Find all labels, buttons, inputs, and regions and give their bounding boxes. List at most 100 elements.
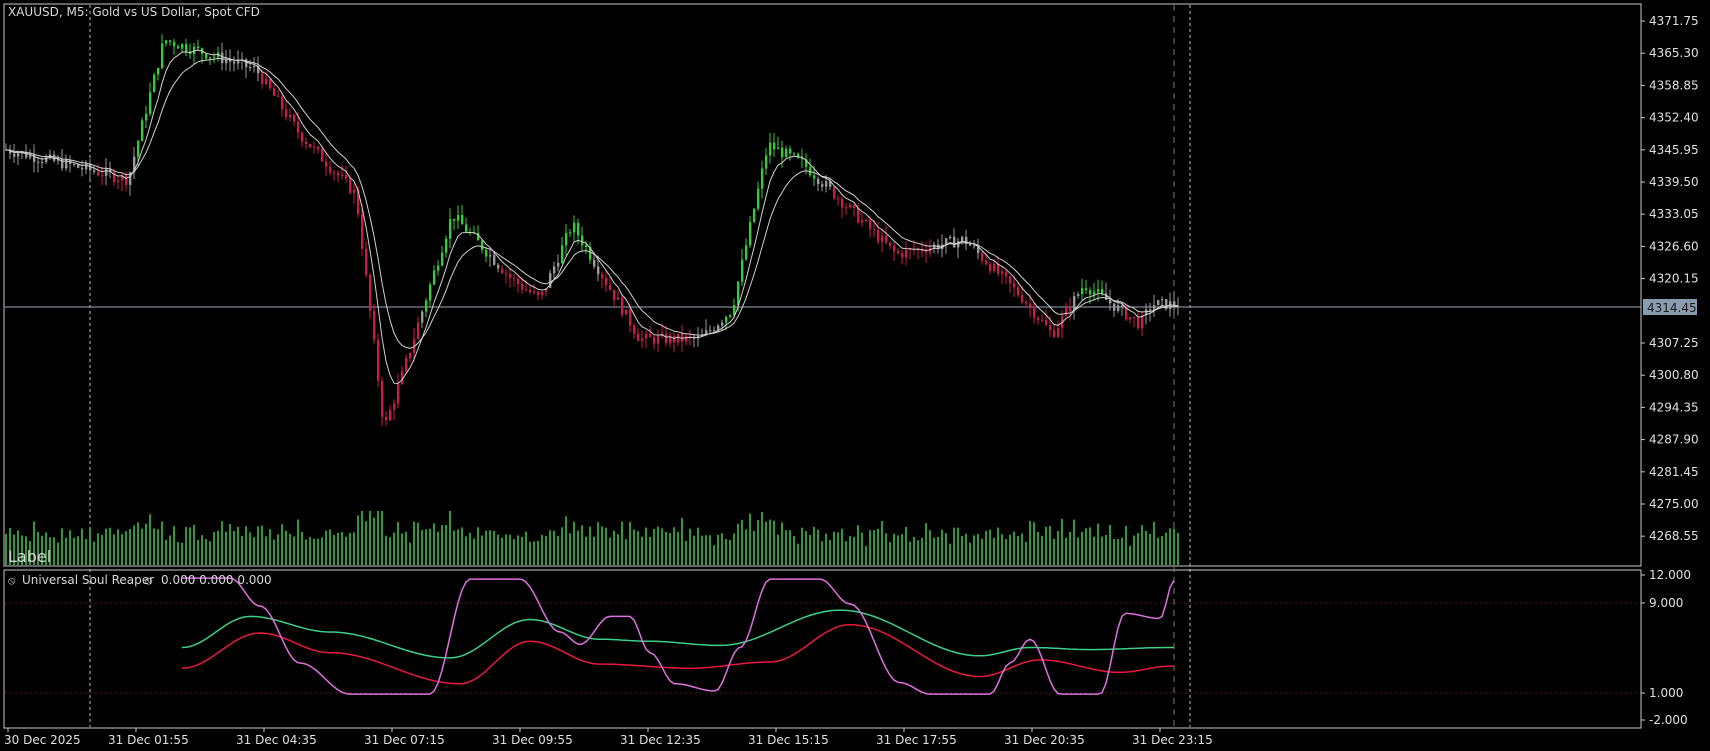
indicator-tick-label: -2.000 (1649, 713, 1688, 727)
volume-bar (1169, 528, 1171, 565)
volume-bar (513, 539, 515, 565)
candle-body (761, 168, 764, 189)
volume-bar (537, 540, 539, 565)
candle-body (369, 274, 372, 311)
candle-body (305, 141, 308, 144)
candle-body (709, 330, 712, 332)
indicator-header[interactable]: ⦸ Universal Soul Reaper ⦸ 0.000 0.000 0.… (8, 573, 272, 587)
candle-body (1085, 288, 1088, 291)
time-axis[interactable]: 30 Dec 2025 31 Dec 01:55 31 Dec 04:35 31 De… (4, 728, 1213, 747)
volume-bar (953, 527, 955, 565)
volume-bar (585, 536, 587, 565)
volume-bar (69, 530, 71, 565)
volume-bar (549, 530, 551, 565)
candle-body (181, 44, 184, 49)
volume-bar (297, 519, 299, 565)
volume-bar (733, 533, 735, 565)
candle-body (781, 147, 784, 158)
candle-body (1065, 307, 1068, 316)
volume-bar (1029, 520, 1031, 565)
price-panel[interactable] (3, 3, 1642, 567)
volume-bar (329, 529, 331, 565)
volume-bar (185, 526, 187, 565)
volume-bar (757, 519, 759, 565)
volume-bar (73, 537, 75, 565)
indicator-link-icon: ⦸ (8, 574, 15, 587)
candle-body (1057, 327, 1060, 337)
volume-bar (301, 532, 303, 565)
volume-bar (405, 531, 407, 565)
time-tick-label: 31 Dec 15:15 (748, 733, 829, 747)
volume-bar (973, 535, 975, 565)
candle-body (337, 172, 340, 176)
volume-bar (729, 539, 731, 565)
candle-body (1097, 289, 1100, 292)
candle-body (97, 171, 100, 176)
volume-bar (569, 533, 571, 565)
volume-bar (657, 526, 659, 565)
candle-body (857, 207, 860, 223)
volume-bar (825, 533, 827, 565)
volume-bar (813, 526, 815, 565)
volume-bar (997, 527, 999, 565)
volume-bar (861, 532, 863, 565)
candle-body (1157, 300, 1160, 306)
volume-bar (593, 536, 595, 565)
candle-body (313, 146, 316, 148)
candle-body (521, 284, 524, 290)
indicator-values: 0.000 0.000 0.000 (161, 573, 272, 587)
volume-bar (269, 529, 271, 565)
time-tick-label: 31 Dec 07:15 (364, 733, 445, 747)
candle-body (873, 228, 876, 230)
candle-body (989, 264, 992, 272)
candle-body (617, 297, 620, 300)
volume-bar (485, 530, 487, 565)
volume-bar (305, 539, 307, 565)
volume-bar (1097, 523, 1099, 565)
price-tick-label: 4333.05 (1649, 207, 1699, 221)
candle-body (205, 53, 208, 59)
volume-bar (165, 539, 167, 565)
candle-body (737, 281, 740, 306)
indicator-axis[interactable]: 12.000 9.000 1.000 -2.000 (1641, 568, 1691, 727)
candle-body (389, 409, 392, 421)
volume-bar (397, 522, 399, 565)
volume-bar (141, 528, 143, 565)
volume-bar (969, 542, 971, 565)
volume-bar (425, 529, 427, 565)
candle-body (845, 207, 848, 209)
volume-bar (429, 528, 431, 565)
volume-bar (1057, 530, 1059, 565)
volume-bar (1037, 531, 1039, 565)
volume-bar (697, 527, 699, 565)
volume-bar (1121, 537, 1123, 565)
volume-bar (325, 530, 327, 565)
volume-bar (1045, 526, 1047, 565)
volume-bar (621, 521, 623, 565)
volume-bar (333, 534, 335, 565)
volume-bar (261, 525, 263, 565)
candle-body (725, 316, 728, 323)
volume-bar (449, 511, 451, 565)
volume-bar (177, 542, 179, 565)
indicator-panel[interactable] (3, 569, 1642, 729)
current-price-badge: 4314.45 (1643, 299, 1697, 315)
volume-bar (845, 541, 847, 565)
chart-label-object[interactable]: Label (8, 547, 51, 566)
volume-bar (521, 536, 523, 565)
candle-body (77, 164, 80, 168)
volume-bar (365, 521, 367, 565)
candle-body (13, 153, 16, 157)
price-axis[interactable]: 4371.75 4365.30 4358.85 4352.40 4345.95 4339.… (1641, 14, 1699, 543)
volume-bar (809, 535, 811, 565)
volume-bar (721, 533, 723, 565)
chart-window[interactable]: XAUUSD, M5: Gold vs US Dollar, Spot CFD … (0, 0, 1710, 751)
volume-bar (1053, 538, 1055, 565)
volume-bar (545, 536, 547, 565)
volume-bar (89, 528, 91, 565)
candle-body (993, 263, 996, 272)
candle-body (449, 218, 452, 239)
candle-body (361, 213, 364, 249)
volume-bar (677, 532, 679, 565)
volume-bar (377, 511, 379, 565)
